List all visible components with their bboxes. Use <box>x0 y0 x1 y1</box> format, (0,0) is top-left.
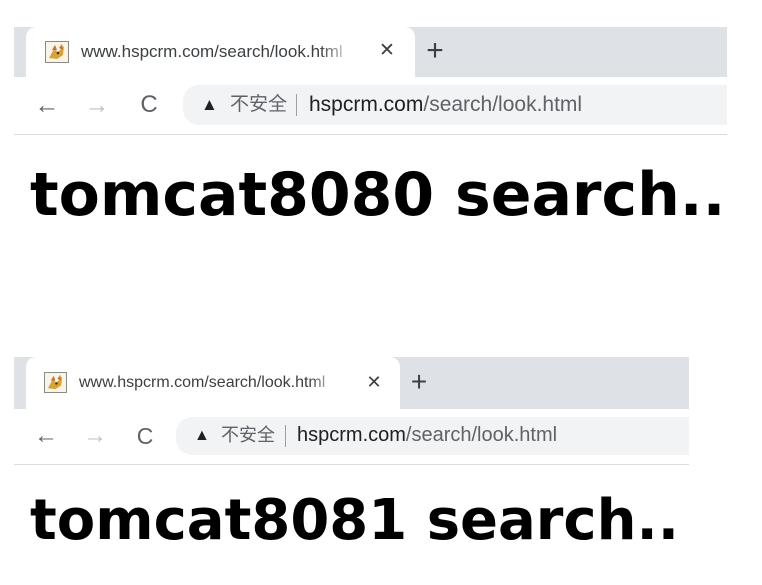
url-text[interactable]: hspcrm.com/search/look.html <box>297 423 557 448</box>
browser-toolbar: ← → C ▲ 不安全 hspcrm.com/search/look.html <box>14 409 689 465</box>
back-button[interactable]: ← <box>31 421 61 451</box>
security-status-label[interactable]: 不安全 <box>221 424 275 447</box>
address-bar[interactable]: ▲ 不安全 hspcrm.com/search/look.html <box>176 417 689 455</box>
url-host: hspcrm.com <box>297 424 406 446</box>
forward-button[interactable]: → <box>80 421 110 451</box>
reload-button[interactable]: C <box>130 421 160 451</box>
url-path: /search/look.html <box>405 424 558 446</box>
page-heading: tomcat8081 search.. <box>30 488 680 553</box>
tab-close-icon[interactable]: ✕ <box>362 370 386 394</box>
tab-strip: www.hspcrm.com/search/look.html ✕ + <box>14 357 689 409</box>
browser-tab[interactable]: www.hspcrm.com/search/look.html ✕ <box>26 357 400 409</box>
browser-screenshot-tomcat8081: www.hspcrm.com/search/look.html ✕ + ← → … <box>0 0 762 585</box>
separator <box>285 425 286 447</box>
tomcat-favicon-icon <box>44 372 67 393</box>
warning-triangle-icon[interactable]: ▲ <box>194 425 210 446</box>
tab-title: www.hspcrm.com/search/look.html <box>79 374 326 391</box>
new-tab-button[interactable]: + <box>404 367 434 397</box>
